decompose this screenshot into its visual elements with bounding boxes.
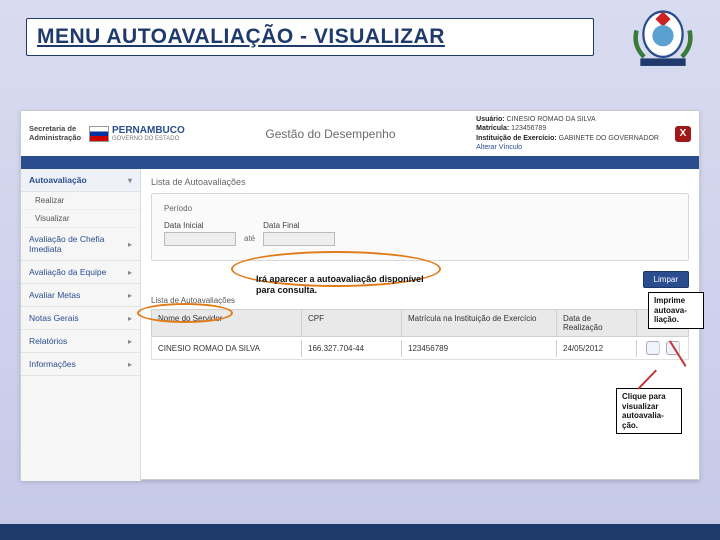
sidebar-item-equipe[interactable]: Avaliação da Equipe▸ <box>21 261 140 284</box>
cell-cpf: 166.327.704-44 <box>302 340 402 357</box>
col-mat: Matrícula na Instituição de Exercício <box>402 310 557 336</box>
col-data: Data de Realização <box>557 310 637 336</box>
sidebar-item-autoavaliacao[interactable]: Autoavaliação▾ <box>21 169 140 192</box>
slide-title-bar: MENU AUTOAVALIAÇÃO - VISUALIZAR <box>26 18 594 56</box>
ate-label: até <box>244 234 255 243</box>
cell-nome: CINESIO ROMAO DA SILVA <box>152 340 302 357</box>
estado-name: PERNAMBUCO <box>112 126 185 136</box>
sidebar-item-relatorios[interactable]: Relatórios▸ <box>21 330 140 353</box>
state-crest-icon <box>624 4 702 72</box>
pernambuco-logo: PERNAMBUCO GOVERNO DO ESTADO <box>89 126 185 142</box>
table-row: CINESIO ROMAO DA SILVA 166.327.704-44 12… <box>151 337 689 360</box>
estado-sub: GOVERNO DO ESTADO <box>112 136 185 142</box>
chevron-right-icon: ▸ <box>128 360 132 369</box>
slide-footer-bar <box>0 524 720 540</box>
sidebar-sub-realizar[interactable]: Realizar <box>21 192 140 210</box>
table-header: Nome do Servidor CPF Matrícula na Instit… <box>151 309 689 337</box>
slide-title: MENU AUTOAVALIAÇÃO - VISUALIZAR <box>27 19 593 55</box>
chevron-right-icon: ▸ <box>128 268 132 277</box>
main-panel: Lista de Autoavaliações Período Data Ini… <box>141 169 699 481</box>
sidebar-item-notas[interactable]: Notas Gerais▸ <box>21 307 140 330</box>
data-inicial-label: Data Inicial <box>164 221 236 230</box>
chevron-right-icon: ▸ <box>128 291 132 300</box>
periodo-label: Período <box>164 204 676 213</box>
sidebar-item-metas[interactable]: Avaliar Metas▸ <box>21 284 140 307</box>
flag-icon <box>89 126 109 142</box>
cell-data: 24/05/2012 <box>557 340 637 357</box>
app-title: Gestão do Desempenho <box>265 127 395 141</box>
alterar-vinculo-link[interactable]: Alterar Vínculo <box>476 143 659 152</box>
sidebar-item-chefia[interactable]: Avaliação de Chefia Imediata▸ <box>21 228 140 261</box>
app-header: Secretaria de Administração PERNAMBUCO G… <box>21 111 699 157</box>
period-filter-box: Período Data Inicial até Data Final <box>151 193 689 261</box>
view-icon-button[interactable] <box>646 341 660 355</box>
print-icon-button[interactable] <box>666 341 680 355</box>
data-final-label: Data Final <box>263 221 335 230</box>
app-window: Secretaria de Administração PERNAMBUCO G… <box>20 110 700 480</box>
close-button[interactable]: X <box>675 126 691 142</box>
chevron-right-icon: ▸ <box>128 314 132 323</box>
sidebar: Autoavaliação▾ Realizar Visualizar Avali… <box>21 169 141 481</box>
chevron-right-icon: ▸ <box>128 337 132 346</box>
col-cpf: CPF <box>302 310 402 336</box>
sidebar-sub-visualizar[interactable]: Visualizar <box>21 210 140 228</box>
list-title: Lista de Autoavaliações <box>151 296 689 305</box>
data-inicial-input[interactable] <box>164 232 236 246</box>
col-nome: Nome do Servidor <box>152 310 302 336</box>
data-final-input[interactable] <box>263 232 335 246</box>
cell-mat: 123456789 <box>402 340 557 357</box>
chevron-down-icon: ▾ <box>128 176 132 185</box>
limpar-button[interactable]: Limpar <box>643 271 689 288</box>
header-strip <box>21 157 699 169</box>
sidebar-item-informacoes[interactable]: Informações▸ <box>21 353 140 376</box>
user-info: Usuário: CINESIO ROMAO DA SILVA Matrícul… <box>476 115 659 151</box>
chevron-right-icon: ▸ <box>128 240 132 249</box>
secretaria-label: Secretaria de Administração <box>29 125 79 142</box>
panel-title: Lista de Autoavaliações <box>151 177 689 187</box>
